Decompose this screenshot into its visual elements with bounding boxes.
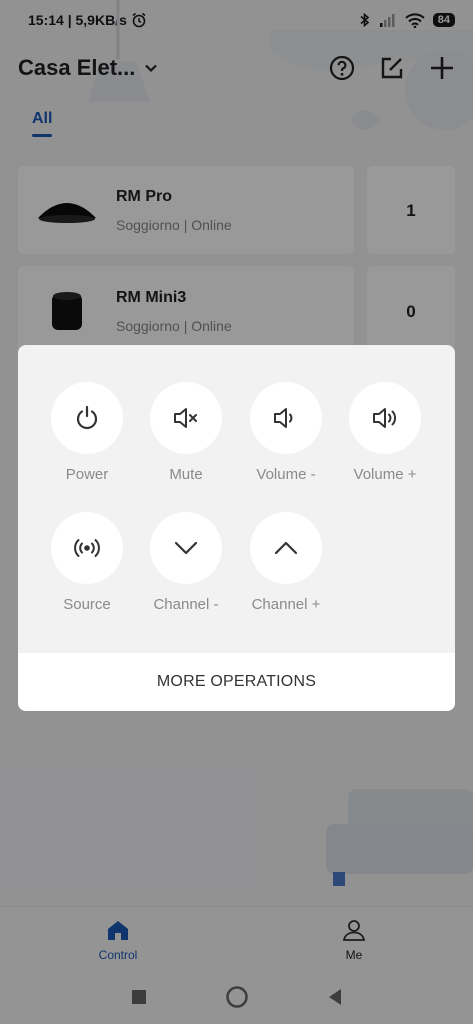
volume-down-button[interactable]: Volume - [236, 382, 336, 483]
volume-down-label: Volume - [256, 466, 316, 483]
chevron-down-icon [174, 541, 198, 555]
channel-down-button[interactable]: Channel - [136, 512, 236, 613]
chevron-up-icon [274, 541, 298, 555]
channel-up-button[interactable]: Channel + [236, 512, 336, 613]
mute-label: Mute [169, 466, 203, 483]
volume-up-button[interactable]: Volume + [335, 382, 435, 483]
channel-up-label: Channel + [251, 596, 321, 613]
mute-icon [174, 408, 197, 428]
volume-up-button-circle[interactable] [349, 382, 421, 454]
power-button[interactable]: Power [37, 382, 137, 483]
source-button[interactable]: Source [37, 512, 137, 613]
device-operations-popup: Power Mute Volume - Volume + Source Chan… [18, 345, 455, 711]
more-operations-button[interactable]: MORE OPERATIONS [18, 653, 455, 711]
source-button-circle[interactable] [51, 512, 123, 584]
power-icon [76, 405, 98, 430]
power-label: Power [65, 466, 109, 483]
mute-button[interactable]: Mute [136, 382, 236, 483]
volume-up-label: Volume + [353, 466, 417, 483]
volume-down-button-circle[interactable] [250, 382, 322, 454]
power-button-circle[interactable] [51, 382, 123, 454]
volume-down-icon [274, 408, 293, 428]
source-icon [74, 539, 100, 557]
channel-up-button-circle[interactable] [250, 512, 322, 584]
channel-down-button-circle[interactable] [150, 512, 222, 584]
source-label: Source [63, 596, 111, 613]
channel-down-label: Channel - [153, 596, 219, 613]
mute-button-circle[interactable] [150, 382, 222, 454]
volume-up-icon [373, 408, 397, 428]
